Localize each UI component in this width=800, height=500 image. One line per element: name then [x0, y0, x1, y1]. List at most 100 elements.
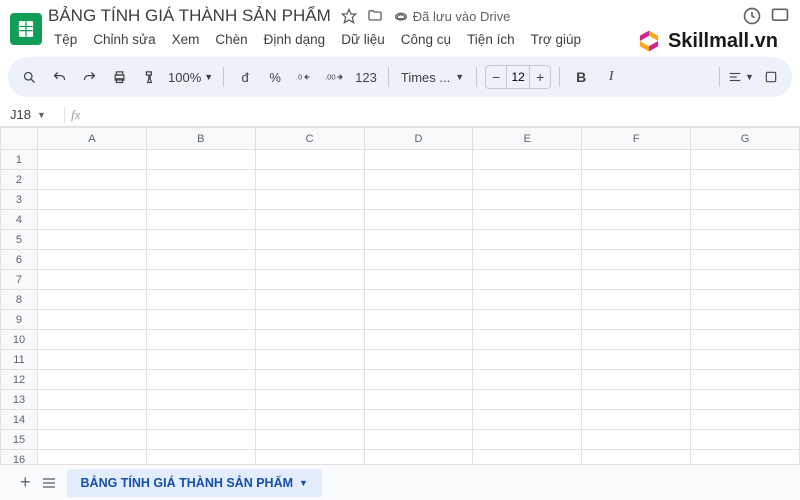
increase-decimal-icon[interactable]: .00: [322, 64, 348, 90]
cell[interactable]: [364, 290, 473, 310]
cell[interactable]: [255, 250, 364, 270]
col-header[interactable]: G: [691, 128, 800, 150]
redo-icon[interactable]: [76, 64, 102, 90]
row-header[interactable]: 7: [1, 270, 38, 290]
cell[interactable]: [146, 270, 255, 290]
cell[interactable]: [473, 430, 582, 450]
cell[interactable]: [582, 410, 691, 430]
cell[interactable]: [37, 190, 146, 210]
cell[interactable]: [146, 350, 255, 370]
cell[interactable]: [255, 410, 364, 430]
cell[interactable]: [255, 270, 364, 290]
cell[interactable]: [473, 410, 582, 430]
cell[interactable]: [37, 370, 146, 390]
row-header[interactable]: 12: [1, 370, 38, 390]
cell[interactable]: [473, 210, 582, 230]
cell[interactable]: [691, 330, 800, 350]
select-all-corner[interactable]: [1, 128, 38, 150]
cell[interactable]: [37, 430, 146, 450]
cell[interactable]: [582, 150, 691, 170]
cell[interactable]: [473, 230, 582, 250]
cell[interactable]: [691, 230, 800, 250]
undo-icon[interactable]: [46, 64, 72, 90]
sheet-tab[interactable]: BẢNG TÍNH GIÁ THÀNH SẢN PHẨM ▼: [67, 469, 322, 497]
cell[interactable]: [473, 330, 582, 350]
row-header[interactable]: 5: [1, 230, 38, 250]
font-family-select[interactable]: Times ...▼: [397, 68, 468, 87]
cell[interactable]: [582, 350, 691, 370]
cell[interactable]: [255, 230, 364, 250]
cell[interactable]: [255, 150, 364, 170]
row-header[interactable]: 1: [1, 150, 38, 170]
cell[interactable]: [582, 250, 691, 270]
cell[interactable]: [473, 250, 582, 270]
cell[interactable]: [691, 290, 800, 310]
cell[interactable]: [691, 250, 800, 270]
spreadsheet-grid[interactable]: A B C D E F G 1 2 3 4 5 6 7 8 9 10 11 12…: [0, 127, 800, 467]
cell[interactable]: [473, 190, 582, 210]
cell[interactable]: [37, 410, 146, 430]
cell[interactable]: [582, 430, 691, 450]
cell[interactable]: [364, 370, 473, 390]
cell[interactable]: [473, 150, 582, 170]
formula-input[interactable]: [86, 107, 800, 122]
history-icon[interactable]: [742, 6, 762, 26]
cell[interactable]: [691, 270, 800, 290]
move-folder-icon[interactable]: [367, 8, 383, 24]
comment-icon[interactable]: [770, 6, 790, 26]
menu-data[interactable]: Dữ liệu: [335, 28, 391, 51]
cell[interactable]: [37, 150, 146, 170]
cell[interactable]: [582, 310, 691, 330]
more-toolbar-icon[interactable]: [758, 64, 784, 90]
col-header[interactable]: F: [582, 128, 691, 150]
cell[interactable]: [473, 310, 582, 330]
cell[interactable]: [582, 370, 691, 390]
row-header[interactable]: 3: [1, 190, 38, 210]
cell[interactable]: [37, 310, 146, 330]
cell[interactable]: [364, 390, 473, 410]
menu-format[interactable]: Định dạng: [258, 28, 332, 51]
zoom-select[interactable]: 100%▼: [166, 68, 215, 87]
cell[interactable]: [255, 190, 364, 210]
sheets-logo[interactable]: [10, 13, 42, 45]
cell[interactable]: [255, 290, 364, 310]
row-header[interactable]: 13: [1, 390, 38, 410]
col-header[interactable]: A: [37, 128, 146, 150]
menu-extensions[interactable]: Tiện ích: [461, 28, 521, 51]
row-header[interactable]: 2: [1, 170, 38, 190]
cell[interactable]: [364, 270, 473, 290]
cell[interactable]: [582, 390, 691, 410]
cell[interactable]: [473, 170, 582, 190]
name-box[interactable]: J18 ▼: [0, 107, 50, 122]
cell[interactable]: [146, 410, 255, 430]
doc-title[interactable]: BẢNG TÍNH GIÁ THÀNH SẢN PHẨM: [48, 6, 331, 26]
menu-tools[interactable]: Công cụ: [395, 28, 457, 51]
currency-button[interactable]: đ: [232, 64, 258, 90]
cell[interactable]: [582, 190, 691, 210]
cell[interactable]: [473, 370, 582, 390]
font-size-value[interactable]: 12: [506, 66, 530, 88]
cell[interactable]: [146, 170, 255, 190]
align-select[interactable]: ▼: [728, 64, 754, 90]
col-header[interactable]: B: [146, 128, 255, 150]
row-header[interactable]: 11: [1, 350, 38, 370]
search-icon[interactable]: [16, 64, 42, 90]
cell[interactable]: [37, 210, 146, 230]
cell[interactable]: [582, 210, 691, 230]
font-size-decrease[interactable]: −: [486, 69, 506, 85]
col-header[interactable]: E: [473, 128, 582, 150]
cell[interactable]: [364, 230, 473, 250]
cell[interactable]: [255, 430, 364, 450]
cell[interactable]: [364, 430, 473, 450]
cell[interactable]: [146, 190, 255, 210]
paint-format-icon[interactable]: [136, 64, 162, 90]
cell[interactable]: [146, 150, 255, 170]
cell[interactable]: [146, 230, 255, 250]
print-icon[interactable]: [106, 64, 132, 90]
cell[interactable]: [691, 170, 800, 190]
cell[interactable]: [146, 210, 255, 230]
star-icon[interactable]: [341, 8, 357, 24]
cell[interactable]: [37, 250, 146, 270]
row-header[interactable]: 8: [1, 290, 38, 310]
cell[interactable]: [582, 270, 691, 290]
